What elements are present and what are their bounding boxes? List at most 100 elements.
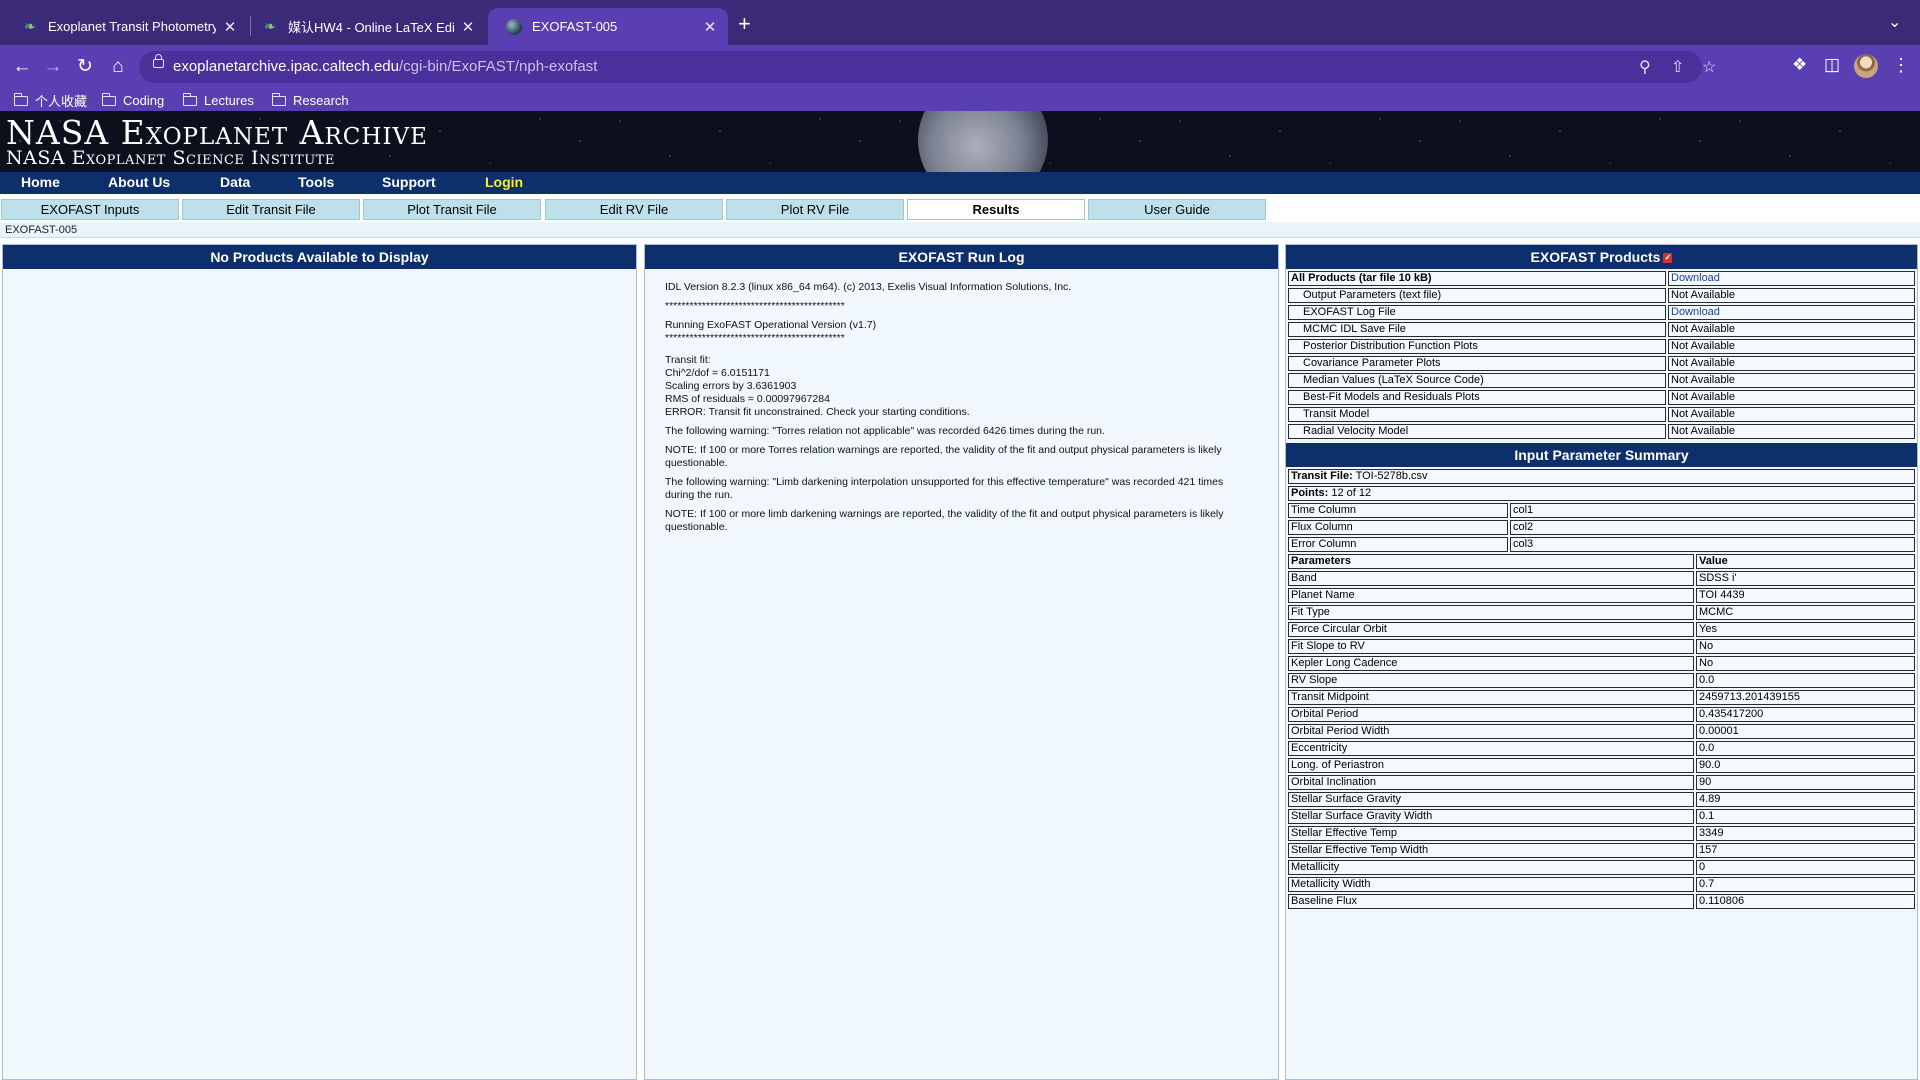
param-label: Fit Type <box>1288 605 1694 620</box>
table-row: Band SDSS i' <box>1288 571 1915 586</box>
tab-edit-rv-file[interactable]: Edit RV File <box>545 199 723 220</box>
bookmark-star-icon[interactable]: ☆ <box>1702 57 1716 77</box>
param-label: Stellar Effective Temp Width <box>1288 843 1694 858</box>
log-line: ****************************************… <box>665 300 845 312</box>
tab-title: 媒认HW4 - Online LaTeX Editor <box>288 20 454 35</box>
product-label: Radial Velocity Model <box>1288 424 1666 439</box>
log-line: ERROR: Transit fit unconstrained. Check … <box>665 406 970 418</box>
close-icon[interactable]: ✕ <box>702 18 718 36</box>
forward-arrow-icon[interactable]: → <box>41 55 65 79</box>
reload-icon[interactable]: ↻ <box>73 55 97 79</box>
table-row: Stellar Effective Temp 3349 <box>1288 826 1915 841</box>
tab-edit-transit-file[interactable]: Edit Transit File <box>182 199 360 220</box>
address-bar[interactable]: exoplanetarchive.ipac.caltech.edu/cgi-bi… <box>139 51 1716 83</box>
param-value: 0.00001 <box>1696 724 1915 739</box>
param-label: Eccentricity <box>1288 741 1694 756</box>
tab-plot-transit-file[interactable]: Plot Transit File <box>363 199 541 220</box>
products-display-panel: No Products Available to Display <box>2 244 637 1080</box>
table-row: Orbital Inclination 90 <box>1288 775 1915 790</box>
param-label: RV Slope <box>1288 673 1694 688</box>
param-value: 0.7 <box>1696 877 1915 892</box>
browser-tab-latex-editor[interactable]: ❧ 媒认HW4 - Online LaTeX Editor ✕ <box>244 8 486 45</box>
side-panel-icon[interactable]: ◫ <box>1824 55 1840 75</box>
download-link[interactable]: Download <box>1668 305 1915 320</box>
bookmark-folder-research[interactable]: Research <box>271 90 349 111</box>
table-row: Long. of Periastron 90.0 <box>1288 758 1915 773</box>
download-link[interactable]: Download <box>1668 271 1915 286</box>
column-value: col1 <box>1510 503 1915 518</box>
pdf-icon[interactable]: ✓ <box>1663 253 1673 264</box>
table-row: Flux Column col2 <box>1288 520 1915 535</box>
profile-avatar[interactable] <box>1854 54 1878 78</box>
column-value: col3 <box>1510 537 1915 552</box>
param-label: Fit Slope to RV <box>1288 639 1694 654</box>
bookmark-label: 个人收藏 <box>35 94 88 109</box>
column-header: Parameters <box>1288 554 1694 569</box>
param-label: Force Circular Orbit <box>1288 622 1694 637</box>
param-value: 0.0 <box>1696 673 1915 688</box>
folder-icon <box>271 92 286 106</box>
bookmark-folder-lectures[interactable]: Lectures <box>182 90 254 111</box>
bookmark-label: Lectures <box>204 93 254 108</box>
bookmark-label: Research <box>293 93 349 108</box>
browser-tab-exoplanet-photometry[interactable]: ❧ Exoplanet Transit Photometry - ✕ <box>4 8 248 45</box>
nav-tools[interactable]: Tools <box>298 174 334 190</box>
parameters-table: Parameters Value Band SDSS i' Planet Name T… <box>1286 552 1917 911</box>
param-value: 90 <box>1696 775 1915 790</box>
table-row: Stellar Surface Gravity Width 0.1 <box>1288 809 1915 824</box>
param-label: Stellar Surface Gravity Width <box>1288 809 1694 824</box>
nav-home[interactable]: Home <box>21 174 60 190</box>
param-label: Stellar Surface Gravity <box>1288 792 1694 807</box>
close-icon[interactable]: ✕ <box>222 18 238 36</box>
table-row: Stellar Effective Temp Width 157 <box>1288 843 1915 858</box>
table-row: EXOFAST Log File Download <box>1288 305 1915 320</box>
param-label: Transit Midpoint <box>1288 690 1694 705</box>
home-icon[interactable]: ⌂ <box>106 55 130 79</box>
close-icon[interactable]: ✕ <box>460 18 476 36</box>
table-row: Median Values (LaTeX Source Code) Not Ava… <box>1288 373 1915 388</box>
browser-tab-exofast[interactable]: EXOFAST-005 ✕ <box>488 8 728 45</box>
nav-about-us[interactable]: About Us <box>108 174 170 190</box>
products-panel: EXOFAST Products ✓ All Products (tar file… <box>1285 244 1918 1080</box>
tab-exofast-inputs[interactable]: EXOFAST Inputs <box>1 199 179 220</box>
share-icon[interactable]: ⇧ <box>1671 57 1684 77</box>
table-row: Baseline Flux 0.110806 <box>1288 894 1915 909</box>
table-row: Points: 12 of 12 <box>1288 486 1915 501</box>
table-row: Planet Name TOI 4439 <box>1288 588 1915 603</box>
bookmark-folder-favorites[interactable]: 个人收藏 <box>13 90 88 111</box>
zoom-icon[interactable]: ⚲ <box>1639 57 1651 77</box>
bookmark-label: Coding <box>123 93 165 108</box>
back-arrow-icon[interactable]: ← <box>10 55 34 79</box>
nav-login[interactable]: Login <box>485 174 523 190</box>
table-row: Orbital Period Width 0.00001 <box>1288 724 1915 739</box>
param-value: 3349 <box>1696 826 1915 841</box>
tab-user-guide[interactable]: User Guide <box>1088 199 1266 220</box>
new-tab-button[interactable]: + <box>738 12 751 36</box>
menu-kebab-icon[interactable]: ⋮ <box>1892 55 1910 76</box>
param-value: 0 <box>1696 860 1915 875</box>
columns-table: Time Column col1 Flux Column col2 Error Co… <box>1286 501 1917 554</box>
param-label: Metallicity Width <box>1288 877 1694 892</box>
product-status: Not Available <box>1668 339 1915 354</box>
param-value: 0.1 <box>1696 809 1915 824</box>
product-label: Transit Model <box>1288 407 1666 422</box>
extensions-puzzle-icon[interactable]: ❖ <box>1792 55 1807 75</box>
table-row: Eccentricity 0.0 <box>1288 741 1915 756</box>
planet-icon <box>506 18 522 35</box>
tab-plot-rv-file[interactable]: Plot RV File <box>726 199 904 220</box>
log-line: ****************************************… <box>665 332 845 344</box>
nav-data[interactable]: Data <box>220 174 250 190</box>
overleaf-icon: ❧ <box>264 18 276 34</box>
param-value: Yes <box>1696 622 1915 637</box>
bookmark-folder-coding[interactable]: Coding <box>101 90 165 111</box>
table-row: Kepler Long Cadence No <box>1288 656 1915 671</box>
param-value: SDSS i' <box>1696 571 1915 586</box>
chevron-down-icon[interactable]: ⌄ <box>1888 12 1901 32</box>
table-row: All Products (tar file 10 kB) Download <box>1288 271 1915 286</box>
param-label: Orbital Period <box>1288 707 1694 722</box>
log-line: Scaling errors by 3.6361903 <box>665 380 797 392</box>
table-row: Transit Midpoint 2459713.201439155 <box>1288 690 1915 705</box>
nav-support[interactable]: Support <box>382 174 436 190</box>
tab-results[interactable]: Results <box>907 199 1085 220</box>
table-row: Best-Fit Models and Residuals Plots Not A… <box>1288 390 1915 405</box>
